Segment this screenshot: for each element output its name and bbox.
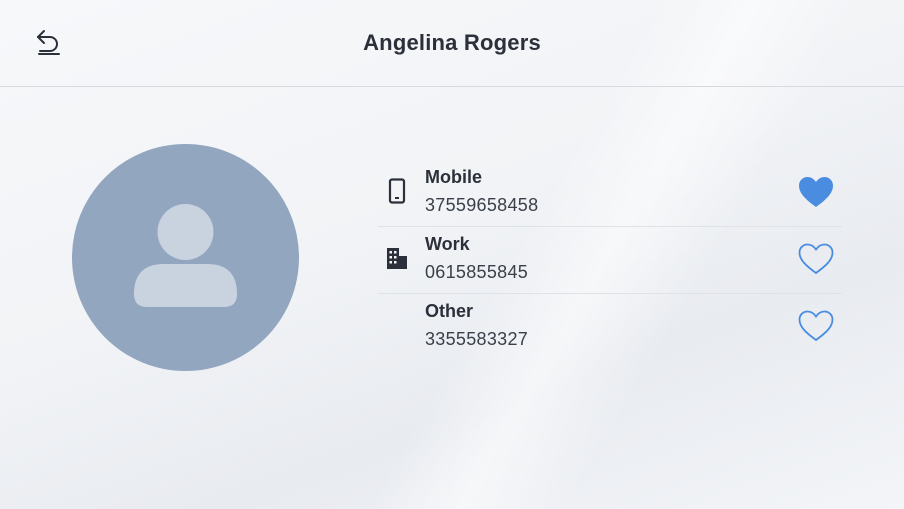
phone-label: Mobile [425, 167, 482, 187]
heart-outline-icon [798, 310, 834, 342]
phone-number: 0615855845 [425, 262, 529, 282]
favorite-button[interactable] [796, 241, 836, 277]
mobile-phone-icon [386, 177, 408, 205]
header: Angelina Rogers [0, 0, 904, 86]
phone-label: Work [425, 234, 470, 254]
avatar [72, 144, 299, 371]
phone-label: Other [425, 301, 474, 321]
favorite-button[interactable] [796, 308, 836, 344]
heart-outline-icon [798, 243, 834, 275]
page-title: Angelina Rogers [363, 30, 541, 55]
phone-number: 37559658458 [425, 195, 539, 215]
heart-filled-icon [799, 177, 833, 207]
phone-entry-other[interactable]: Other 3355583327 [378, 294, 842, 360]
header-divider [0, 86, 904, 87]
phone-entry-work[interactable]: Work 0615855845 [378, 227, 842, 294]
person-placeholder-icon [134, 204, 237, 307]
building-icon [386, 244, 408, 272]
phone-list: Mobile 37559658458 Work 0615855845 Other… [378, 160, 842, 360]
phone-entry-mobile[interactable]: Mobile 37559658458 [378, 160, 842, 227]
favorite-button[interactable] [796, 174, 836, 210]
phone-number: 3355583327 [425, 329, 529, 349]
